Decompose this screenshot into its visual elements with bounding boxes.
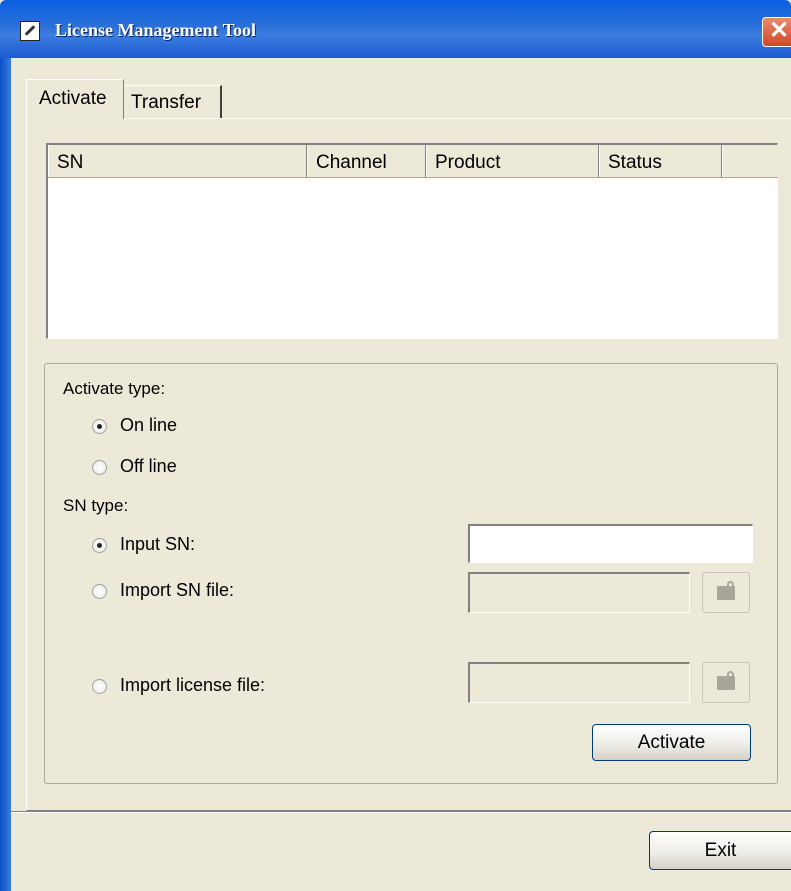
- close-button[interactable]: ✕: [762, 17, 791, 47]
- import-sn-file-field[interactable]: [468, 572, 690, 613]
- online-radio-label[interactable]: On line: [120, 415, 177, 436]
- app-logo-icon: [20, 21, 40, 41]
- column-header-sn[interactable]: SN: [48, 145, 307, 177]
- input-sn-radio[interactable]: [92, 538, 107, 553]
- import-sn-file-radio-label[interactable]: Import SN file:: [120, 580, 234, 601]
- folder-open-icon: [717, 671, 735, 690]
- table-header: SN Channel Product Status: [48, 145, 778, 178]
- offline-radio[interactable]: [92, 460, 107, 475]
- browse-sn-file-button[interactable]: [702, 572, 750, 613]
- column-header-status[interactable]: Status: [599, 145, 722, 177]
- offline-radio-label[interactable]: Off line: [120, 456, 177, 477]
- column-header-product[interactable]: Product: [426, 145, 599, 177]
- browse-license-file-button[interactable]: [702, 662, 750, 703]
- input-sn-radio-label[interactable]: Input SN:: [120, 534, 195, 555]
- import-license-file-field[interactable]: [468, 662, 690, 703]
- import-license-file-radio-label[interactable]: Import license file:: [120, 675, 265, 696]
- title-bar: License Management Tool ✕: [0, 0, 791, 58]
- exit-button[interactable]: Exit: [649, 831, 791, 870]
- import-sn-file-radio[interactable]: [92, 584, 107, 599]
- activate-button[interactable]: Activate: [592, 724, 751, 761]
- import-license-file-radio[interactable]: [92, 679, 107, 694]
- tab-activate[interactable]: Activate: [26, 79, 124, 119]
- window-frame-left: [0, 58, 11, 891]
- window-title: License Management Tool: [55, 20, 256, 40]
- sn-type-label: SN type:: [63, 496, 129, 515]
- folder-open-icon: [717, 581, 735, 600]
- license-table[interactable]: SN Channel Product Status: [46, 143, 778, 339]
- online-radio[interactable]: [92, 419, 107, 434]
- tab-transfer[interactable]: Transfer: [124, 85, 222, 119]
- column-header-extra[interactable]: [722, 145, 778, 177]
- activate-type-label: Activate type:: [63, 379, 166, 398]
- column-header-channel[interactable]: Channel: [307, 145, 426, 177]
- input-sn-field[interactable]: [468, 524, 753, 563]
- bottom-separator: [11, 811, 791, 813]
